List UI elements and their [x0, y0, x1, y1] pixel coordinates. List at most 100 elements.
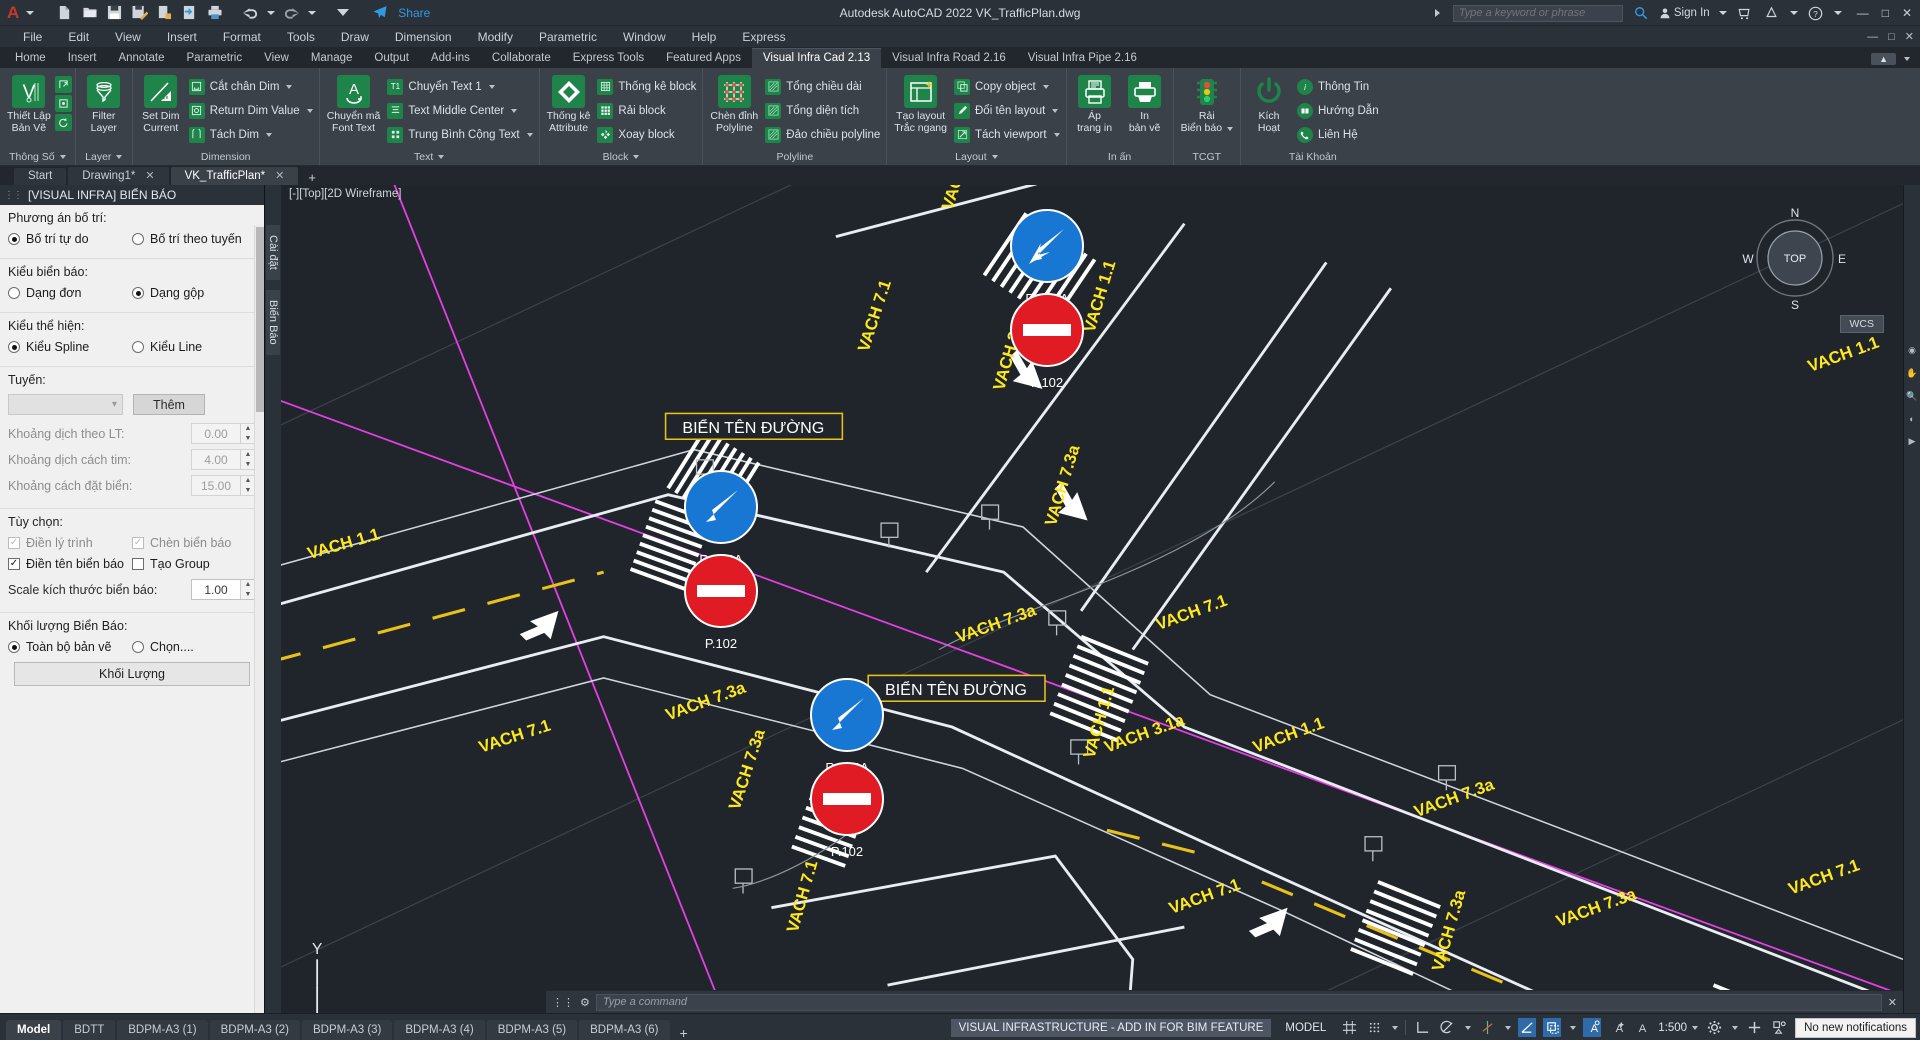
total-area-button[interactable]: Tổng diện tích: [762, 100, 883, 121]
file-tab-start[interactable]: Start: [14, 168, 67, 185]
signin-chevron-icon[interactable]: [1718, 11, 1727, 15]
grid-icon[interactable]: [1340, 1018, 1358, 1037]
vtab-cai-dat[interactable]: Cài đặt: [266, 225, 280, 280]
osnap-icon[interactable]: [1478, 1018, 1496, 1037]
font-convert-button[interactable]: A Chuyển mã Font Text: [323, 73, 385, 134]
app-store-icon[interactable]: [1736, 4, 1754, 23]
check-chen-bien-bao[interactable]: ✓ Chèn biển báo: [132, 536, 231, 550]
menu-dimension[interactable]: Dimension: [382, 30, 465, 44]
open-folder-icon[interactable]: [81, 4, 98, 21]
viewport-controls[interactable]: [-][Top][2D Wireframe]: [289, 188, 401, 200]
insert-vertex-button[interactable]: Chèn đỉnh Polyline: [706, 73, 762, 134]
menu-view[interactable]: View: [102, 30, 154, 44]
cut-dim-chevron-icon[interactable]: [286, 84, 293, 89]
rename-layout-chevron-icon[interactable]: [1052, 108, 1059, 113]
layout-tab-bdpm-a3-4[interactable]: BDPM-A3 (4): [394, 1019, 485, 1040]
layout-tab-bdpm-a3-6[interactable]: BDPM-A3 (6): [579, 1019, 670, 1040]
account-chevron-icon[interactable]: [1789, 11, 1798, 15]
text-middle-center-chevron-icon[interactable]: [511, 108, 518, 113]
share-label[interactable]: Share: [398, 6, 430, 20]
tuyen-combobox[interactable]: ▾: [8, 394, 123, 415]
layout-tab-model[interactable]: Model: [6, 1019, 62, 1040]
tab-home[interactable]: Home: [4, 49, 57, 68]
field-khoang-dich-cach-tim-stepper[interactable]: ▲ ▼: [240, 450, 255, 469]
info-button[interactable]: i Thông Tin: [1294, 76, 1382, 97]
add-layout-button[interactable]: +: [672, 1025, 696, 1040]
ortho-icon[interactable]: [1413, 1018, 1431, 1037]
place-traffic-signs-button[interactable]: Rải Biển báo: [1177, 73, 1237, 134]
transparency-icon[interactable]: [1543, 1018, 1562, 1037]
radio-bo-tri-theo-tuyen[interactable]: Bố trí theo tuyến: [132, 232, 242, 246]
menu-insert[interactable]: Insert: [154, 30, 210, 44]
snap-icon[interactable]: [1365, 1018, 1383, 1037]
plot-icon[interactable]: [156, 4, 173, 21]
file-tab-drawing1[interactable]: Drawing1* ✕: [68, 167, 169, 185]
refresh-settings-icon[interactable]: [54, 114, 72, 131]
radio-kieu-spline[interactable]: Kiểu Spline: [8, 340, 132, 354]
split-viewport-button[interactable]: Tách viewport: [951, 124, 1063, 145]
maximize-button[interactable]: □: [1882, 6, 1889, 20]
field-khoang-cach-dat-bien-stepper[interactable]: ▲ ▼: [240, 476, 255, 495]
osnap-chevron-icon[interactable]: [1505, 1025, 1512, 1030]
drawing-setup-button[interactable]: V Thiết Lập Bản Vẽ: [3, 73, 55, 134]
tab-annotate[interactable]: Annotate: [107, 49, 175, 68]
qat-menu-chevron-icon[interactable]: [26, 10, 35, 15]
tab-manage[interactable]: Manage: [300, 49, 364, 68]
set-dim-current-button[interactable]: Set Dim Current: [136, 73, 186, 134]
split-viewport-chevron-icon[interactable]: [1053, 132, 1060, 137]
steering-wheel-icon[interactable]: ◉: [1908, 345, 1916, 356]
command-settings-icon[interactable]: ⚙: [580, 996, 590, 1009]
tab-parametric[interactable]: Parametric: [176, 49, 254, 68]
menu-modify[interactable]: Modify: [465, 30, 526, 44]
tab-visual-infra-pipe[interactable]: Visual Infra Pipe 2.16: [1017, 49, 1148, 68]
search-box[interactable]: [1452, 4, 1623, 22]
file-tab-drawing1-close-icon[interactable]: ✕: [145, 169, 154, 182]
traffic-sign-group-2[interactable]: P.102: [1008, 291, 1086, 390]
snap-chevron-icon[interactable]: [1392, 1025, 1399, 1030]
field-scale-kich-thuoc[interactable]: 1.00 ▲ ▼: [191, 579, 256, 600]
help-icon[interactable]: ?: [1807, 4, 1825, 23]
annotation-scale-chevron-icon[interactable]: [1692, 1025, 1699, 1030]
export-settings-icon[interactable]: [54, 76, 72, 93]
filter-layer-button[interactable]: Filter Layer: [79, 73, 129, 134]
text-average-button[interactable]: Trung Bình Cộng Text: [384, 124, 535, 145]
workspace-chevron-icon[interactable]: [1732, 1025, 1739, 1030]
layout-tab-bdtt[interactable]: BDTT: [63, 1019, 116, 1040]
minimize-button[interactable]: —: [1857, 6, 1869, 20]
contact-button[interactable]: Liên Hệ: [1294, 124, 1382, 145]
vtab-bien-bao[interactable]: Biển Báo: [266, 289, 280, 355]
check-dien-ly-trinh[interactable]: ✓ Điền lý trình: [8, 536, 132, 550]
return-dim-chevron-icon[interactable]: [306, 108, 313, 113]
layout-tab-bdpm-a3-2[interactable]: BDPM-A3 (2): [209, 1019, 301, 1040]
create-layout-button[interactable]: Tạo layout Trắc ngang: [890, 73, 951, 134]
file-tab-vk-trafficplan[interactable]: VK_TrafficPlan* ✕: [170, 167, 299, 185]
tab-visual-infra-road[interactable]: Visual Infra Road 2.16: [881, 49, 1017, 68]
wcs-selector[interactable]: WCS: [1839, 315, 1884, 333]
guide-button[interactable]: Hướng Dẫn: [1294, 100, 1382, 121]
autodesk-account-icon[interactable]: [1763, 4, 1781, 23]
search-icon[interactable]: [1632, 4, 1650, 23]
sign-in-button[interactable]: Sign In: [1659, 7, 1710, 19]
command-input[interactable]: Type a command: [595, 993, 1882, 1011]
annotation-visibility-icon[interactable]: A: [1583, 1018, 1602, 1037]
model-space-button[interactable]: MODEL: [1278, 1022, 1333, 1034]
menu-help[interactable]: Help: [679, 30, 730, 44]
ribbon-options-chevron-icon[interactable]: [1904, 57, 1910, 61]
layout-tab-bdpm-a3-1[interactable]: BDPM-A3 (1): [117, 1019, 208, 1040]
array-block-button[interactable]: Rải block: [594, 100, 699, 121]
pan-icon[interactable]: ✋: [1906, 368, 1917, 379]
menu-draw[interactable]: Draw: [328, 30, 382, 44]
traffic-sign-group-6[interactable]: P.102: [808, 760, 886, 859]
field-khoang-dich-theo-lt-stepper[interactable]: ▲ ▼: [240, 424, 255, 443]
view-cube[interactable]: TOP N S E W: [1740, 203, 1850, 313]
tab-collaborate[interactable]: Collaborate: [481, 49, 562, 68]
autocad-logo-icon[interactable]: A: [7, 3, 19, 23]
traffic-sign-group-4[interactable]: P.102: [682, 552, 760, 651]
menu-edit[interactable]: Edit: [55, 30, 102, 44]
doc-minimize-button[interactable]: —: [1867, 31, 1878, 43]
return-dim-value-button[interactable]: Return Dim Value: [186, 100, 316, 121]
tab-addins[interactable]: Add-ins: [420, 49, 481, 68]
annotation-scale-icon[interactable]: A: [1633, 1018, 1651, 1037]
save-as-icon[interactable]: [131, 4, 148, 21]
command-history-icon[interactable]: ⋮⋮: [552, 996, 574, 1009]
